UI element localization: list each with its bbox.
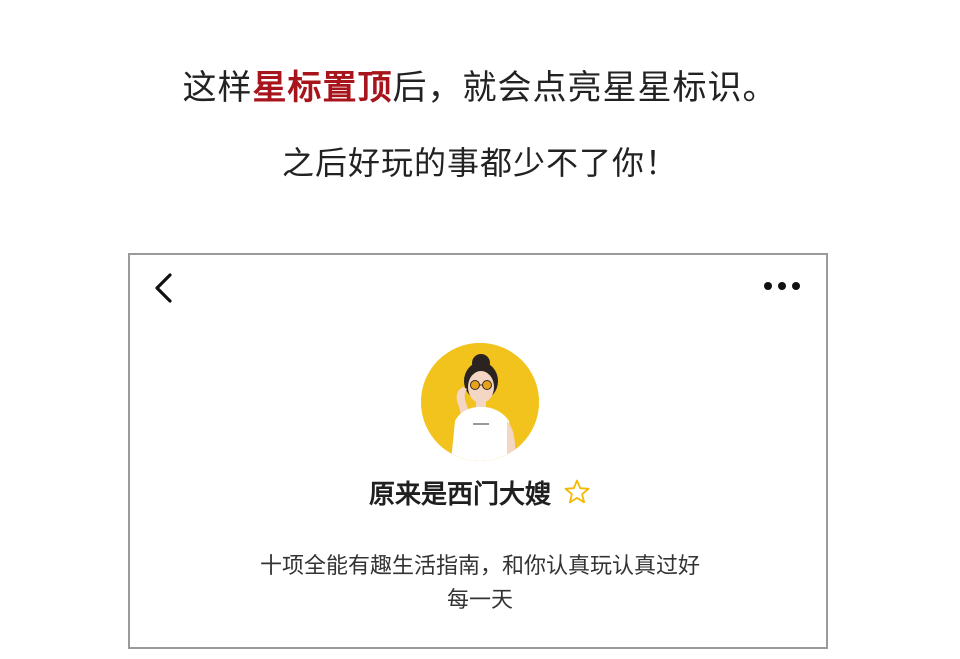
star-button[interactable] [563,478,591,506]
more-button[interactable] [762,275,802,297]
headline: 这样星标置顶后，就会点亮星星标识。 [0,62,960,114]
intro-line-2: 每一天 [446,588,513,613]
account-intro: 十项全能有趣生活指南，和你认真玩认真过好 每一天 [210,550,750,618]
intro-line-1: 十项全能有趣生活指南，和你认真玩认真过好 [259,554,700,579]
back-button[interactable] [148,269,182,307]
account-name: 原来是西门大嫂 [368,480,551,510]
headline-highlight: 星标置顶 [252,68,393,108]
headline-suffix: 后，就会点亮星星标识。 [392,68,778,108]
avatar-image [421,343,539,461]
avatar[interactable] [421,343,539,461]
profile-card: 原来是西门大嫂 十项全能有趣生活指南，和你认真玩认真过好 每一天 [128,253,828,649]
subline: 之后好玩的事都少不了你！ [281,144,678,182]
star-outline-icon [564,479,590,504]
headline-prefix: 这样 [182,68,253,108]
chevron-left-icon [155,273,172,303]
account-name-row: 原来是西门大嫂 [130,477,830,513]
more-horizontal-icon [764,282,800,290]
